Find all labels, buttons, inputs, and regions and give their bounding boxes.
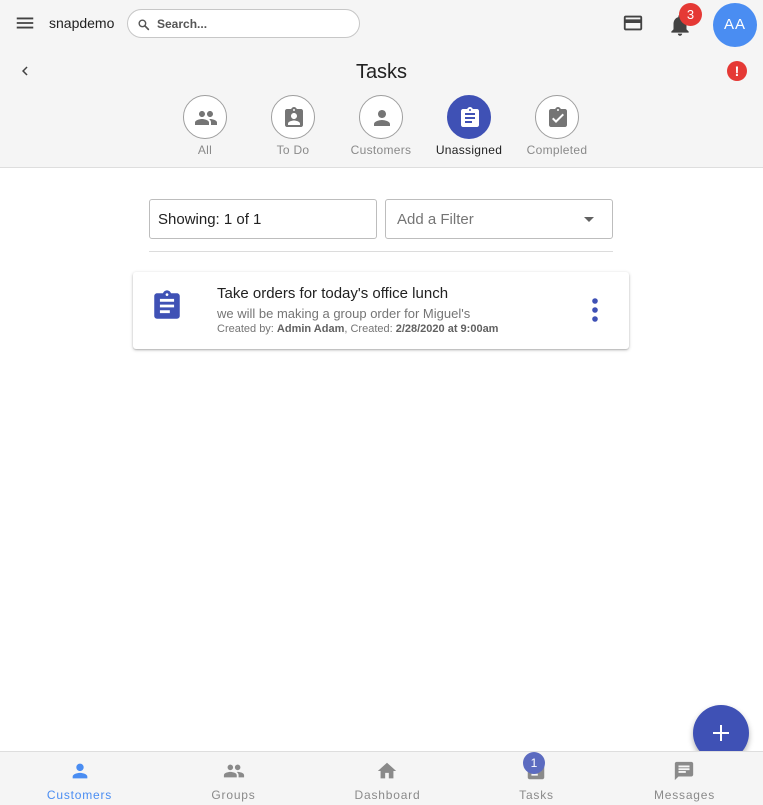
assignment-icon: [461, 107, 479, 127]
search-input[interactable]: [157, 14, 352, 34]
nav-label: Messages: [653, 788, 716, 802]
add-filter-select[interactable]: Add a Filter: [385, 199, 613, 239]
tab-label: All: [197, 143, 213, 157]
created-by-label: Created by:: [217, 323, 277, 335]
created-value: 2/28/2020 at 9:00am: [395, 323, 499, 335]
bottom-nav: Customers Groups Dashboard 1 Tasks Messa…: [0, 751, 763, 805]
credit-card-icon[interactable]: [621, 12, 645, 34]
tab-label: To Do: [276, 143, 310, 157]
nav-label: Tasks: [519, 788, 554, 802]
alert-icon[interactable]: !: [727, 61, 747, 81]
nav-label: Customers: [46, 788, 113, 802]
assignment-icon: [154, 290, 180, 319]
search-box[interactable]: [127, 9, 360, 38]
dropdown-arrow-icon: [584, 217, 594, 222]
nav-badge: 1: [523, 752, 545, 774]
nav-label: Groups: [211, 788, 256, 802]
task-description: we will be making a group order for Migu…: [217, 306, 471, 321]
task-tabs: All To Do Customers Unassigned Completed: [0, 95, 763, 165]
tab-label: Completed: [526, 143, 588, 157]
created-label: , Created:: [344, 323, 396, 335]
tab-customers[interactable]: Customers: [336, 95, 426, 157]
app-header: snapdemo 3 AA Tasks ! All To Do: [0, 0, 763, 168]
people-icon: [195, 111, 217, 125]
person-icon: [374, 110, 390, 126]
tab-label: Unassigned: [435, 143, 503, 157]
divider: [149, 251, 613, 252]
menu-icon[interactable]: [14, 12, 36, 34]
assignment-ind-icon: [285, 107, 303, 127]
tab-unassigned[interactable]: Unassigned: [424, 95, 514, 157]
chat-icon: [674, 761, 694, 781]
task-meta: Created by: Admin Adam, Created: 2/28/20…: [217, 323, 498, 335]
plus-icon: [713, 725, 729, 741]
tab-completed[interactable]: Completed: [512, 95, 602, 157]
task-title: Take orders for today's office lunch: [217, 285, 449, 302]
top-bar: snapdemo 3 AA: [0, 0, 763, 47]
tab-to-do[interactable]: To Do: [248, 95, 338, 157]
nav-item-dashboard[interactable]: Dashboard: [311, 752, 464, 805]
assignment-turned-in-icon: [549, 107, 567, 127]
avatar[interactable]: AA: [713, 3, 757, 47]
filter-placeholder: Add a Filter: [397, 211, 474, 228]
nav-item-customers[interactable]: Customers: [3, 752, 156, 805]
task-card[interactable]: Take orders for today's office lunch we …: [133, 272, 629, 349]
tab-label: Customers: [350, 143, 412, 157]
showing-count-field: Showing: 1 of 1: [149, 199, 377, 239]
app-name: snapdemo: [49, 15, 115, 31]
group-icon: [223, 764, 245, 778]
home-icon: [377, 762, 397, 779]
nav-item-tasks[interactable]: 1 Tasks: [460, 752, 613, 805]
page-title: Tasks: [355, 61, 408, 83]
created-by-value: Admin Adam: [276, 323, 345, 335]
nav-item-messages[interactable]: Messages: [608, 752, 761, 805]
more-vert-icon[interactable]: [585, 296, 605, 324]
tab-all[interactable]: All: [160, 95, 250, 157]
search-icon: [138, 19, 150, 31]
showing-count-text: Showing: 1 of 1: [158, 211, 262, 228]
nav-item-groups[interactable]: Groups: [157, 752, 310, 805]
person-icon: [72, 763, 88, 779]
nav-label: Dashboard: [354, 788, 421, 802]
notification-badge: 3: [679, 3, 702, 26]
